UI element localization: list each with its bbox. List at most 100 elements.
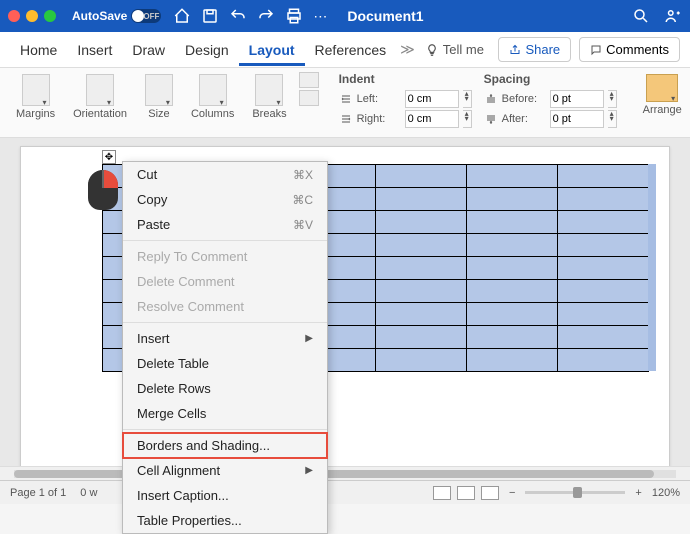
orientation-button[interactable]: Orientation	[67, 72, 133, 122]
tab-references[interactable]: References	[305, 34, 397, 66]
save-icon[interactable]	[201, 7, 219, 25]
menu-copy-label: Copy	[137, 192, 167, 207]
menu-cut[interactable]: Cut⌘X	[123, 162, 327, 187]
menu-paste-label: Paste	[137, 217, 170, 232]
mouse-cursor-graphic	[88, 170, 118, 210]
titlebar: AutoSave OFF ⋯ Document1	[0, 0, 690, 32]
quick-access-toolbar: ⋯	[173, 7, 327, 25]
indent-right-stepper[interactable]: ▴▾	[463, 110, 472, 128]
menu-cut-label: Cut	[137, 167, 157, 182]
table-move-handle[interactable]: ✥	[102, 150, 116, 164]
indent-right-label: Right:	[357, 113, 401, 125]
view-print-button[interactable]	[457, 486, 475, 500]
indent-left-stepper[interactable]: ▴▾	[463, 90, 472, 108]
menu-table-properties[interactable]: Table Properties...	[123, 508, 327, 533]
line-numbers-hyphenation	[299, 72, 319, 106]
columns-icon	[199, 74, 227, 106]
menu-separator	[123, 240, 327, 241]
spacing-after-icon	[484, 113, 498, 125]
menu-borders-shading[interactable]: Borders and Shading...	[123, 433, 327, 458]
margins-label: Margins	[16, 108, 55, 120]
share-button[interactable]: Share	[498, 37, 571, 62]
ribbon: Margins Orientation Size Columns Breaks …	[0, 68, 690, 138]
redo-icon[interactable]	[257, 7, 275, 25]
menu-copy[interactable]: Copy⌘C	[123, 187, 327, 212]
ribbon-tabs: Home Insert Draw Design Layout Reference…	[0, 32, 690, 68]
menu-reply-comment: Reply To Comment	[123, 244, 327, 269]
undo-icon[interactable]	[229, 7, 247, 25]
scrollbar-thumb[interactable]	[14, 470, 654, 478]
tab-home[interactable]: Home	[10, 34, 67, 66]
menu-insert-label: Insert	[137, 331, 170, 346]
minimize-window-button[interactable]	[26, 10, 38, 22]
breaks-button[interactable]: Breaks	[246, 72, 292, 122]
menu-props-label: Table Properties...	[137, 513, 242, 528]
home-icon[interactable]	[173, 7, 191, 25]
page-indicator[interactable]: Page 1 of 1	[10, 487, 66, 499]
menu-paste[interactable]: Paste ⌘V	[123, 212, 327, 237]
orientation-icon	[86, 74, 114, 106]
spacing-header: Spacing	[484, 72, 617, 86]
tabs-overflow[interactable]: ≫	[400, 41, 415, 58]
mouse-right-button-icon	[103, 170, 118, 188]
lightbulb-icon	[425, 43, 439, 57]
tab-design[interactable]: Design	[175, 34, 239, 66]
breaks-label: Breaks	[252, 108, 286, 120]
menu-caption-label: Insert Caption...	[137, 488, 229, 503]
autosave-control[interactable]: AutoSave OFF	[72, 9, 161, 23]
spacing-after-input[interactable]	[550, 110, 604, 128]
search-icon[interactable]	[632, 7, 650, 25]
horizontal-scrollbar[interactable]	[0, 466, 690, 480]
context-menu: Cut⌘X Copy⌘C Paste ⌘V Reply To Comment De…	[122, 161, 328, 534]
menu-insert[interactable]: Insert▶	[123, 326, 327, 351]
arrange-button[interactable]: Arrange	[637, 72, 688, 118]
menu-delete-table-label: Delete Table	[137, 356, 209, 371]
print-icon[interactable]	[285, 7, 303, 25]
tab-draw[interactable]: Draw	[122, 34, 175, 66]
view-web-button[interactable]	[481, 486, 499, 500]
word-count[interactable]: 0 w	[80, 487, 97, 499]
indent-left-label: Left:	[357, 93, 401, 105]
zoom-slider[interactable]	[525, 491, 625, 494]
menu-delete-rows-label: Delete Rows	[137, 381, 211, 396]
zoom-out-button[interactable]: −	[509, 487, 515, 499]
indent-left-input[interactable]	[405, 90, 459, 108]
menu-delete-table[interactable]: Delete Table	[123, 351, 327, 376]
tell-me-search[interactable]: Tell me	[425, 42, 484, 57]
indent-header: Indent	[339, 72, 472, 86]
orientation-label: Orientation	[73, 108, 127, 120]
spacing-after-label: After:	[502, 113, 546, 125]
zoom-percent[interactable]: 120%	[652, 487, 680, 499]
indent-group: Indent Left: ▴▾ Right: ▴▾	[339, 72, 472, 128]
table-selection-edge	[648, 164, 656, 371]
line-numbers-button[interactable]	[299, 72, 319, 88]
close-window-button[interactable]	[8, 10, 20, 22]
submenu-arrow-icon: ▶	[305, 465, 313, 476]
size-button[interactable]: Size	[139, 72, 179, 122]
tab-insert[interactable]: Insert	[67, 34, 122, 66]
hyphenation-button[interactable]	[299, 90, 319, 106]
tab-layout[interactable]: Layout	[239, 34, 305, 66]
indent-right-input[interactable]	[405, 110, 459, 128]
view-focus-button[interactable]	[433, 486, 451, 500]
menu-delete-rows[interactable]: Delete Rows	[123, 376, 327, 401]
spacing-before-input[interactable]	[550, 90, 604, 108]
margins-button[interactable]: Margins	[10, 72, 61, 122]
maximize-window-button[interactable]	[44, 10, 56, 22]
menu-merge-cells[interactable]: Merge Cells	[123, 401, 327, 426]
autosave-toggle[interactable]: OFF	[131, 9, 161, 23]
menu-borders-label: Borders and Shading...	[137, 438, 270, 453]
spacing-before-stepper[interactable]: ▴▾	[608, 90, 617, 108]
menu-cell-alignment[interactable]: Cell Alignment▶	[123, 458, 327, 483]
spacing-after-stepper[interactable]: ▴▾	[608, 110, 617, 128]
comments-button[interactable]: Comments	[579, 37, 680, 62]
comments-label: Comments	[606, 42, 669, 57]
menu-resolve-comment: Resolve Comment	[123, 294, 327, 319]
menu-insert-caption[interactable]: Insert Caption...	[123, 483, 327, 508]
share-title-icon[interactable]	[664, 7, 682, 25]
more-icon[interactable]: ⋯	[313, 8, 327, 25]
zoom-in-button[interactable]: +	[635, 487, 641, 499]
columns-button[interactable]: Columns	[185, 72, 240, 122]
menu-paste-shortcut: ⌘V	[293, 218, 313, 232]
document-title: Document1	[347, 8, 423, 24]
